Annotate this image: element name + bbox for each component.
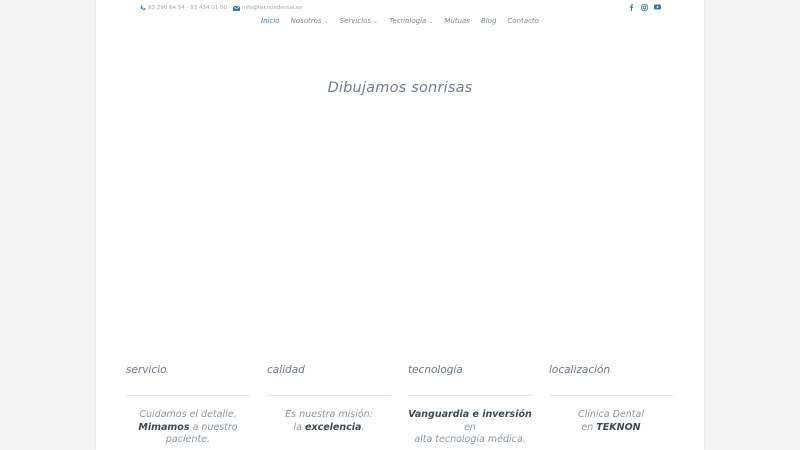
- nav-label: Tecnología: [389, 17, 427, 25]
- top-contact-bar: 93 290 64 54 - 93 434 01 00 info@teknond…: [139, 3, 302, 13]
- emphasis-text: Vanguardia e inversión: [408, 409, 532, 420]
- social-links: [628, 3, 661, 11]
- nav-label: Nosotros: [290, 17, 322, 25]
- hero-title: Dibujamos sonrisas: [327, 80, 473, 96]
- feature-column-tecnologia: tecnología Vanguardia e inversión en alt…: [408, 364, 532, 447]
- nav-item-blog[interactable]: Blog: [481, 17, 496, 25]
- emphasis-text: excelencia: [305, 421, 362, 433]
- text-line: Cuidamos el detalle.: [139, 409, 237, 420]
- chevron-down-icon: ⌄: [373, 17, 379, 25]
- feature-title: servicio: [126, 364, 167, 376]
- facebook-icon[interactable]: [628, 3, 635, 11]
- divider: [267, 395, 391, 396]
- nav-item-contacto[interactable]: Contacto: [507, 17, 539, 25]
- feature-column-localizacion: localización Clínica Dental en TEKNON: [549, 364, 673, 434]
- feature-column-servicio: servicio Cuidamos el detalle. Mimamos a …: [126, 364, 250, 447]
- feature-title: localización: [549, 364, 611, 376]
- nav-label: Inicio: [261, 17, 280, 25]
- email-link[interactable]: info@teknondental.es: [232, 5, 303, 12]
- divider: [126, 395, 250, 396]
- nav-item-tecnologia[interactable]: Tecnología ⌄: [389, 17, 433, 25]
- nav-label: Contacto: [507, 17, 539, 25]
- text-line: alta tecnología médica.: [414, 434, 526, 445]
- feature-title: calidad: [267, 364, 305, 376]
- main-navigation: Inicio Nosotros ⌄ Servicios ⌄ Tecnología…: [96, 17, 704, 25]
- feature-title: tecnología: [408, 364, 463, 376]
- feature-description: Es nuestra misión: la excelencia.: [267, 409, 391, 434]
- text-line: en: [464, 421, 476, 433]
- divider: [408, 395, 532, 396]
- text-line: a nuestro: [189, 421, 238, 433]
- page-container: 93 290 64 54 - 93 434 01 00 info@teknond…: [96, 0, 704, 450]
- divider: [549, 395, 673, 396]
- nav-item-nosotros[interactable]: Nosotros ⌄: [291, 17, 329, 25]
- chevron-down-icon: ⌄: [428, 17, 434, 25]
- text-line: la: [293, 421, 306, 433]
- nav-item-servicios[interactable]: Servicios ⌄: [340, 17, 378, 25]
- chevron-down-icon: ⌄: [323, 17, 329, 25]
- email-text: info@teknondental.es: [241, 5, 303, 11]
- phone-text: 93 290 64 54 - 93 434 01 00: [148, 5, 227, 11]
- feature-description: Vanguardia e inversión en alta tecnologí…: [408, 409, 532, 447]
- phone-link[interactable]: 93 290 64 54 - 93 434 01 00: [139, 5, 227, 12]
- envelope-icon: [232, 5, 240, 12]
- nav-label: Blog: [480, 17, 497, 25]
- instagram-icon[interactable]: [641, 3, 648, 11]
- feature-description: Clínica Dental en TEKNON: [549, 409, 673, 434]
- phone-icon: [139, 5, 146, 12]
- feature-description: Cuidamos el detalle. Mimamos a nuestro p…: [126, 409, 250, 447]
- nav-item-inicio[interactable]: Inicio: [261, 17, 280, 25]
- text-line: Clínica Dental: [577, 409, 644, 420]
- text-line: paciente.: [165, 434, 211, 445]
- emphasis-text: Mimamos: [138, 421, 190, 433]
- nav-label: Servicios: [339, 17, 372, 25]
- nav-label: Mutuas: [444, 17, 470, 25]
- feature-column-calidad: calidad Es nuestra misión: la excelencia…: [267, 364, 391, 434]
- youtube-icon[interactable]: [654, 3, 661, 11]
- text-line: en: [581, 421, 597, 433]
- nav-item-mutuas[interactable]: Mutuas: [444, 17, 470, 25]
- text-line: .: [361, 421, 365, 433]
- text-line: Es nuestra misión:: [285, 409, 373, 420]
- emphasis-text: TEKNON: [596, 421, 641, 433]
